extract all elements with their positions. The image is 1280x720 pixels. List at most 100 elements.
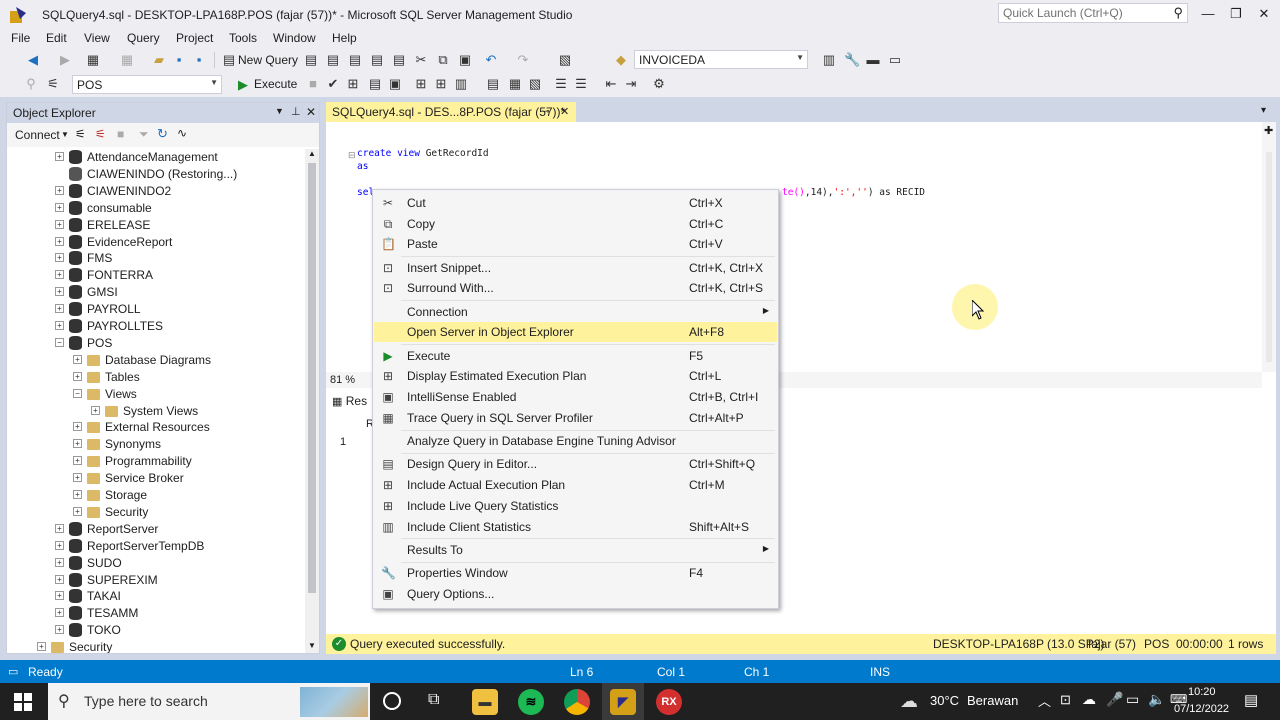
- editor-scroll-thumb[interactable]: [1266, 152, 1272, 362]
- connect-icon[interactable]: ⚟: [75, 127, 86, 141]
- save-icon[interactable]: ▪: [172, 53, 186, 67]
- menu-item-intellisense-enabled[interactable]: ▣ IntelliSense Enabled Ctrl+B, Ctrl+I: [374, 387, 777, 407]
- menu-help[interactable]: Help: [332, 31, 357, 45]
- notification-icon[interactable]: ▤: [1244, 691, 1258, 709]
- pin-icon[interactable]: ⊥: [291, 105, 301, 118]
- parse-icon[interactable]: ✔: [326, 77, 340, 91]
- menu-item-trace-query-in-sql-server-profiler[interactable]: ▦ Trace Query in SQL Server Profiler Ctrl+…: [374, 408, 777, 428]
- mdx-query-icon[interactable]: ▤: [326, 53, 340, 67]
- estimated-plan-icon[interactable]: ⊞: [346, 77, 360, 91]
- wrench-icon[interactable]: 🔧: [844, 53, 860, 67]
- expand-icon[interactable]: +: [73, 371, 82, 381]
- add-item-icon[interactable]: ▦: [120, 53, 134, 67]
- expand-icon[interactable]: +: [55, 270, 64, 280]
- windows-start-icon[interactable]: [14, 693, 32, 711]
- collapse-icon[interactable]: −: [55, 337, 64, 347]
- file-explorer-icon[interactable]: ▬: [472, 689, 498, 715]
- menu-item-analyze-query-in-database-engine-tuning-advisor[interactable]: Analyze Query in Database Engine Tuning …: [374, 431, 777, 451]
- expand-icon[interactable]: +: [55, 523, 64, 533]
- close-tab-icon[interactable]: ✕: [560, 105, 569, 118]
- chrome-icon[interactable]: [564, 689, 590, 715]
- quick-launch-input[interactable]: Quick Launch (Ctrl+Q) ⚲: [998, 3, 1188, 23]
- refresh-icon[interactable]: ↻: [157, 126, 168, 142]
- expand-icon[interactable]: +: [55, 304, 64, 314]
- menu-item-open-server-in-object-explorer[interactable]: Open Server in Object Explorer Alt+F8: [374, 322, 777, 343]
- query-designer-icon[interactable]: ▤: [368, 77, 382, 91]
- network-icon[interactable]: ▭: [1126, 691, 1139, 708]
- split-icon[interactable]: ✚: [1264, 124, 1273, 137]
- expand-icon[interactable]: +: [55, 625, 64, 635]
- volume-icon[interactable]: 🔈: [1148, 691, 1165, 708]
- menu-item-insert-snippet[interactable]: ⊡ Insert Snippet... Ctrl+K, Ctrl+X: [374, 258, 777, 278]
- menu-item-copy[interactable]: ⧉ Copy Ctrl+C: [374, 214, 777, 234]
- expand-icon[interactable]: +: [55, 152, 64, 161]
- cortana-icon[interactable]: [383, 692, 401, 710]
- expand-icon[interactable]: +: [37, 642, 46, 652]
- new-query-icon[interactable]: ▤: [222, 53, 236, 67]
- cut-icon[interactable]: ✂: [414, 53, 428, 67]
- menu-item-properties-window[interactable]: 🔧 Properties Window F4: [374, 563, 777, 583]
- results-to-grid-icon[interactable]: ▦: [508, 77, 522, 91]
- execute-button[interactable]: Execute: [254, 77, 297, 91]
- ssms-taskbar-icon[interactable]: ◤: [610, 689, 636, 715]
- clock-date[interactable]: 07/12/2022: [1174, 703, 1229, 715]
- paste-icon[interactable]: ▣: [458, 53, 472, 67]
- xmla-query-icon[interactable]: ▤: [370, 53, 384, 67]
- forward-icon[interactable]: ▶: [58, 53, 72, 67]
- chevron-up-icon[interactable]: ︿: [1038, 691, 1051, 710]
- activity-monitor-icon[interactable]: ∿: [177, 126, 187, 140]
- toolbox-icon[interactable]: ▬: [866, 53, 880, 67]
- menu-item-include-live-query-statistics[interactable]: ⊞ Include Live Query Statistics: [374, 496, 777, 516]
- back-icon[interactable]: ◀: [26, 53, 40, 67]
- intellisense-icon[interactable]: ▣: [388, 77, 402, 91]
- expand-icon[interactable]: +: [73, 456, 82, 466]
- maximize-button[interactable]: ❐: [1222, 4, 1250, 24]
- expand-icon[interactable]: +: [55, 236, 64, 246]
- menu-item-include-client-statistics[interactable]: ▥ Include Client Statistics Shift+Alt+S: [374, 517, 777, 537]
- microphone-icon[interactable]: 🎤: [1106, 691, 1123, 708]
- collapse-icon[interactable]: −: [73, 388, 82, 398]
- expand-icon[interactable]: +: [55, 202, 64, 212]
- menu-item-cut[interactable]: ✂ Cut Ctrl+X: [374, 193, 777, 213]
- expand-icon[interactable]: +: [73, 473, 82, 483]
- tab-dropdown-icon[interactable]: ▾: [1261, 105, 1266, 116]
- spotify-icon[interactable]: ≋: [518, 689, 544, 715]
- redo-icon[interactable]: ↷: [516, 53, 530, 67]
- close-button[interactable]: ✕: [1250, 4, 1278, 24]
- expand-icon[interactable]: +: [55, 608, 64, 618]
- connect-button[interactable]: Connect: [15, 128, 60, 142]
- results-to-text-icon[interactable]: ▤: [486, 77, 500, 91]
- expand-icon[interactable]: +: [73, 506, 82, 516]
- editor-vertical-scrollbar[interactable]: ✚: [1262, 122, 1276, 372]
- dmx-query-icon[interactable]: ▤: [348, 53, 362, 67]
- menu-project[interactable]: Project: [176, 31, 213, 45]
- weather-temp[interactable]: 30°C: [930, 693, 959, 708]
- expand-icon[interactable]: +: [55, 287, 64, 297]
- available-databases-combo[interactable]: POS ▼: [72, 75, 222, 94]
- expand-icon[interactable]: +: [55, 591, 64, 601]
- menu-item-results-to[interactable]: Results To ▶: [374, 540, 777, 560]
- menu-file[interactable]: File: [11, 31, 30, 45]
- expand-icon[interactable]: +: [73, 490, 82, 499]
- comment-icon[interactable]: ☰: [554, 77, 568, 91]
- specify-values-icon[interactable]: ⚙: [652, 77, 666, 91]
- clock-time[interactable]: 10:20: [1188, 686, 1216, 698]
- scroll-up-icon[interactable]: ▲: [308, 149, 316, 158]
- execute-icon[interactable]: ▶: [236, 78, 250, 92]
- uncomment-icon[interactable]: ☰: [574, 77, 588, 91]
- menu-item-include-actual-execution-plan[interactable]: ⊞ Include Actual Execution Plan Ctrl+M: [374, 475, 777, 495]
- change-connection-icon[interactable]: ⚟: [46, 77, 60, 91]
- menu-view[interactable]: View: [84, 31, 110, 45]
- menu-item-design-query-in-editor[interactable]: ▤ Design Query in Editor... Ctrl+Shift+Q: [374, 454, 777, 474]
- new-project-icon[interactable]: ▦: [86, 53, 100, 67]
- scroll-down-icon[interactable]: ▼: [308, 641, 316, 650]
- db-engine-query-icon[interactable]: ▤: [304, 53, 318, 67]
- zoom-level[interactable]: 81 %: [330, 374, 355, 386]
- disconnect-icon[interactable]: ⚟: [95, 127, 106, 141]
- undo-icon[interactable]: ↶: [484, 53, 498, 67]
- dax-query-icon[interactable]: ▤: [392, 53, 406, 67]
- menu-item-connection[interactable]: Connection ▶: [374, 302, 777, 322]
- oe-scroll-thumb[interactable]: [308, 163, 316, 593]
- taskbar-search-box[interactable]: ⚲ Type here to search: [48, 683, 370, 720]
- expand-icon[interactable]: +: [55, 540, 64, 550]
